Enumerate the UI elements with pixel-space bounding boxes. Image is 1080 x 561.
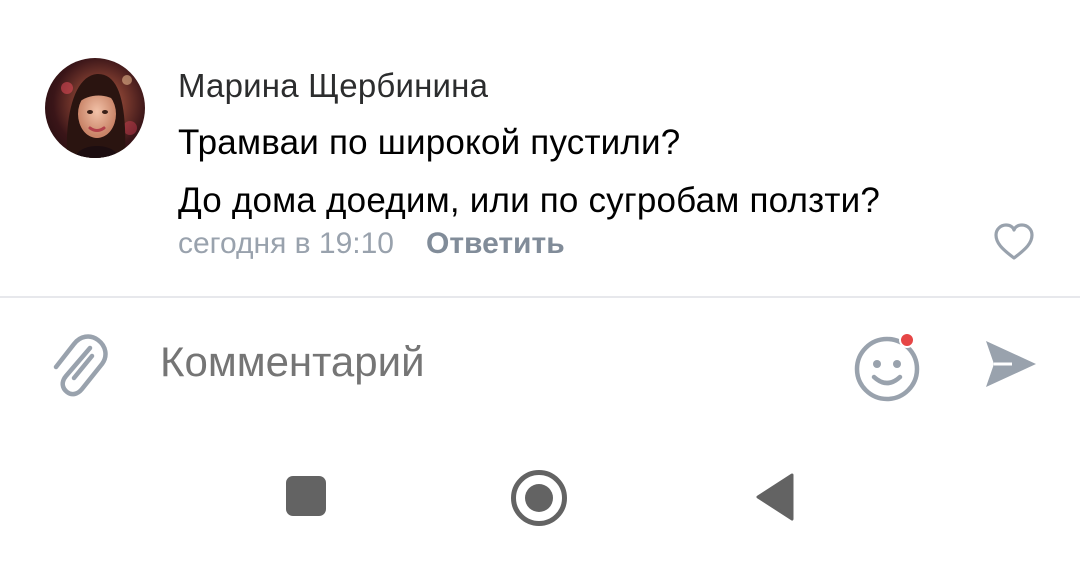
divider <box>0 296 1080 298</box>
avatar-photo-icon <box>61 73 137 158</box>
reply-button[interactable]: Ответить <box>426 227 565 261</box>
send-arrow-icon[interactable] <box>982 335 1040 393</box>
circle-home-icon[interactable] <box>511 470 567 526</box>
comment-meta: сегодня в 19:10 Ответить <box>178 227 565 261</box>
comment-input[interactable] <box>160 338 780 386</box>
comment-text-line: Трамваи по широкой пустили? <box>178 123 681 162</box>
comment-item: Марина Щербинина Трамваи по широкой пуст… <box>0 0 1080 297</box>
comment-author[interactable]: Марина Щербинина <box>178 67 488 105</box>
avatar[interactable] <box>45 58 145 158</box>
paperclip-icon[interactable] <box>48 330 108 400</box>
comment-text-line: До дома доедим, или по сугробам ползти? <box>178 181 881 220</box>
comment-text: Трамваи по широкой пустили? До дома доед… <box>178 114 880 230</box>
notification-dot <box>899 332 915 348</box>
comment-time: сегодня в 19:10 <box>178 227 394 260</box>
square-recent-apps-icon[interactable] <box>286 476 326 516</box>
heart-outline-icon[interactable] <box>993 222 1035 262</box>
triangle-back-icon[interactable] <box>752 471 796 523</box>
